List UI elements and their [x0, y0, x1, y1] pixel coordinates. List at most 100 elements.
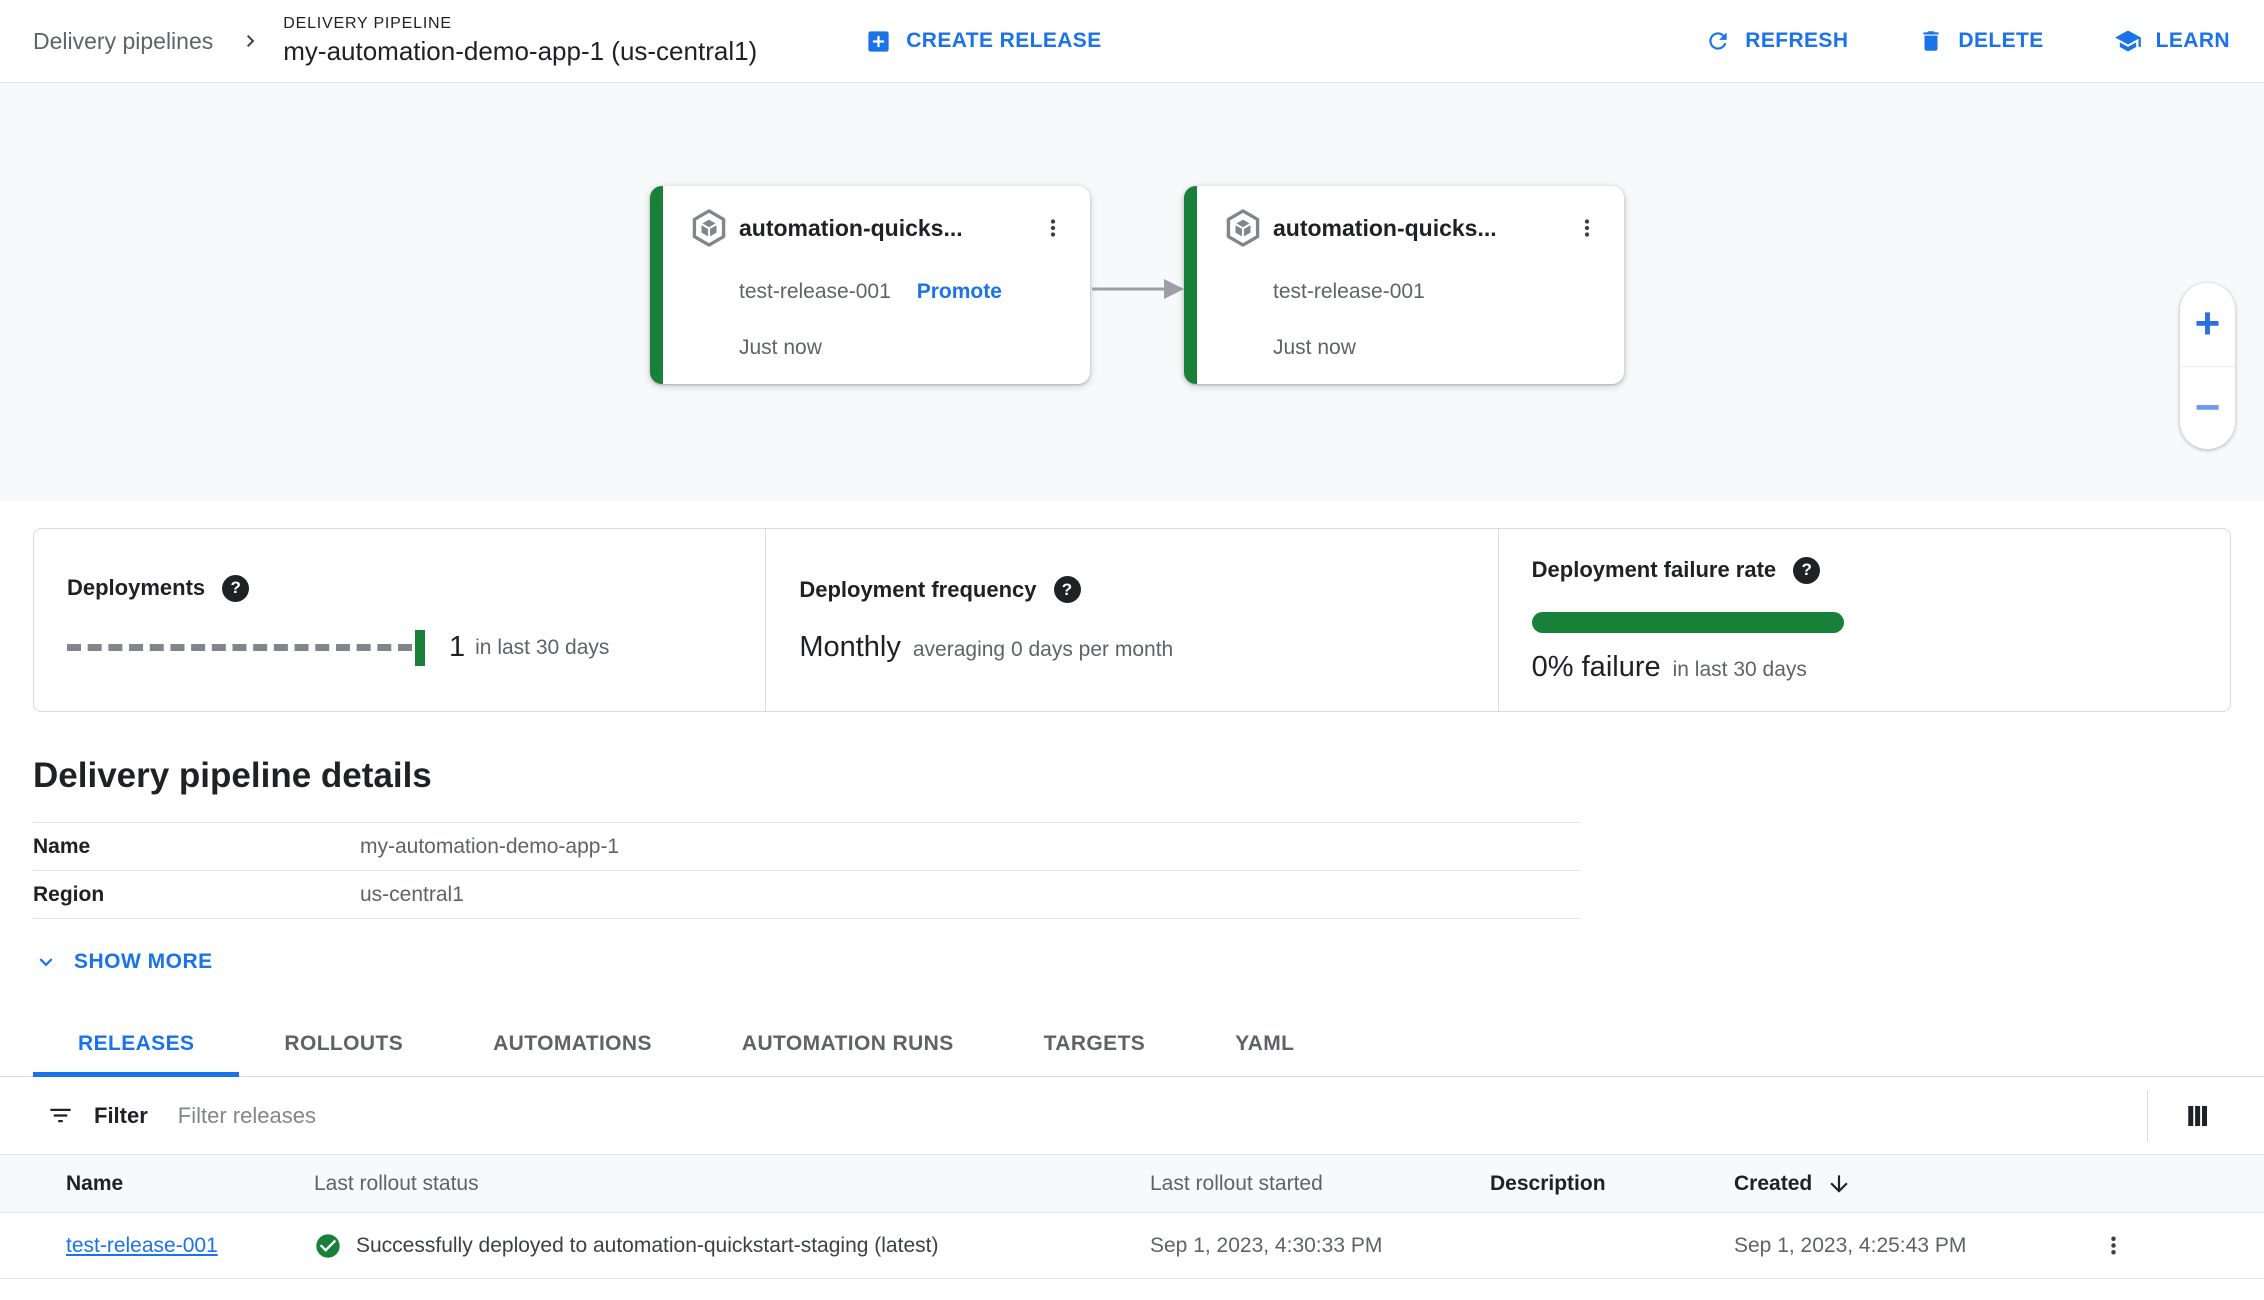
school-icon — [2114, 27, 2142, 55]
section-heading: Delivery pipeline details — [33, 756, 432, 795]
refresh-button[interactable]: REFRESH — [1705, 28, 1848, 54]
tab-releases[interactable]: RELEASES — [33, 1011, 240, 1077]
metric-label: Deployment frequency — [799, 576, 1037, 602]
show-more-label: SHOW MORE — [74, 950, 213, 973]
metrics-panel: Deployments 1 in last 30 days Deployment… — [33, 528, 2231, 712]
release-table-row: test-release-001 Successfully deployed t… — [0, 1213, 2264, 1279]
page-overline: DELIVERY PIPELINE — [283, 14, 452, 32]
filter-list-icon — [47, 1102, 74, 1129]
detail-value: my-automation-demo-app-1 — [360, 834, 620, 858]
metric-suffix: in last 30 days — [1672, 657, 1807, 681]
promote-link[interactable]: Promote — [917, 280, 1002, 304]
create-release-button[interactable]: CREATE RELEASE — [865, 28, 1101, 55]
releases-table-header: Name Last rollout status Last rollout st… — [0, 1155, 2264, 1213]
release-name-cell: test-release-001 — [0, 1234, 314, 1258]
detail-label: Region — [33, 882, 105, 906]
chevron-down-icon — [33, 949, 59, 975]
column-header-created[interactable]: Created — [1734, 1171, 2100, 1197]
target-hexagon-icon — [1223, 208, 1263, 248]
column-header-name[interactable]: Name — [0, 1172, 314, 1196]
created-cell: Sep 1, 2023, 4:25:43 PM — [1734, 1233, 1967, 1257]
top-bar-actions: REFRESH DELETE LEARN — [1705, 27, 2230, 55]
target-time-row: Just now — [689, 336, 1066, 360]
target-release-row: test-release-001 — [1223, 280, 1600, 304]
kebab-menu-icon[interactable] — [1040, 215, 1066, 241]
metric-suffix: averaging 0 days per month — [912, 638, 1174, 661]
refresh-label: REFRESH — [1745, 29, 1849, 52]
last-rollout-status-cell: Successfully deployed to automation-quic… — [314, 1232, 1150, 1260]
rollout-status-text: Successfully deployed to automation-quic… — [356, 1233, 939, 1257]
learn-button[interactable]: LEARN — [2114, 27, 2230, 55]
show-more-button[interactable]: SHOW MORE — [33, 949, 213, 975]
details-row-name: Name my-automation-demo-app-1 — [33, 822, 1581, 870]
column-header-last-rollout-started[interactable]: Last rollout started — [1150, 1172, 1490, 1196]
chevron-right-icon — [239, 29, 263, 53]
target-card-prod[interactable]: automation-quicks... test-release-001 Ju… — [1184, 186, 1624, 384]
metric-value: 1 — [449, 631, 466, 663]
help-circle-icon[interactable] — [2083, 1101, 2113, 1131]
metric-label: Deployments — [67, 575, 206, 600]
arrow-down-icon — [1826, 1171, 1852, 1197]
filter-releases-input[interactable] — [175, 1101, 2083, 1130]
target-name: automation-quicks... — [739, 214, 963, 241]
filter-bar: Filter — [0, 1077, 2264, 1155]
column-header-last-rollout-status[interactable]: Last rollout status — [314, 1172, 1150, 1196]
release-name: test-release-001 — [739, 280, 891, 303]
divider — [2147, 1089, 2148, 1142]
detail-label: Name — [33, 834, 91, 858]
kebab-menu-icon[interactable] — [2100, 1232, 2264, 1259]
tab-automations[interactable]: AUTOMATIONS — [448, 1011, 697, 1076]
deployments-sparkline: 1 in last 30 days — [67, 629, 732, 666]
metric-label: Deployment failure rate — [1531, 557, 1777, 582]
zoom-out-button[interactable]: − — [2180, 366, 2235, 449]
zoom-in-button[interactable]: + — [2180, 283, 2235, 367]
tab-rollouts[interactable]: ROLLOUTS — [239, 1011, 448, 1076]
metric-value: Monthly — [799, 631, 901, 663]
metric-deployments: Deployments 1 in last 30 days — [34, 529, 765, 711]
metric-value: 0% failure — [1531, 650, 1661, 683]
trash-icon — [1918, 28, 1944, 54]
delete-button[interactable]: DELETE — [1918, 28, 2043, 54]
learn-label: LEARN — [2155, 29, 2230, 52]
create-release-label: CREATE RELEASE — [906, 29, 1102, 52]
kebab-menu-icon[interactable] — [1574, 215, 1600, 241]
canvas-zoom-control: + − — [2180, 283, 2235, 449]
check-circle-icon — [314, 1232, 342, 1260]
delete-label: DELETE — [1958, 29, 2044, 52]
details-table: Name my-automation-demo-app-1 Region us-… — [33, 822, 1581, 919]
tab-targets[interactable]: TARGETS — [999, 1011, 1191, 1076]
add-box-icon — [865, 28, 892, 55]
failure-rate-bar — [1531, 611, 1844, 633]
page-title: my-automation-demo-app-1 (us-central1) — [283, 36, 758, 67]
help-circle-icon[interactable] — [1053, 576, 1081, 603]
target-card-header: automation-quicks... — [1223, 208, 1600, 248]
sparkline-dashed-baseline — [67, 644, 412, 651]
refresh-icon — [1705, 28, 1731, 54]
help-circle-icon[interactable] — [1793, 556, 1821, 584]
metric-frequency: Deployment frequency Monthly averaging 0… — [765, 529, 1497, 711]
tab-yaml[interactable]: YAML — [1190, 1011, 1339, 1076]
details-row-region: Region us-central1 — [33, 870, 1581, 918]
help-circle-icon[interactable] — [222, 574, 250, 602]
target-time-row: Just now — [1223, 336, 1600, 360]
delivery-pipeline-page: Delivery pipelines DELIVERY PIPELINE my-… — [0, 0, 2264, 1300]
target-release-row: test-release-001 Promote — [689, 280, 1066, 304]
deploy-time: Just now — [1273, 336, 1356, 359]
filter-label: Filter — [94, 1102, 148, 1128]
pipeline-details-section: Delivery pipeline details Name my-automa… — [33, 756, 2231, 975]
release-link[interactable]: test-release-001 — [66, 1234, 218, 1257]
target-card-staging[interactable]: automation-quicks... test-release-001 Pr… — [650, 186, 1090, 384]
target-name: automation-quicks... — [1273, 214, 1497, 241]
deploy-time: Just now — [739, 336, 822, 359]
page-title-block: DELIVERY PIPELINE my-automation-demo-app… — [283, 15, 757, 67]
metric-suffix: in last 30 days — [475, 635, 610, 659]
column-header-description[interactable]: Description — [1490, 1172, 1734, 1196]
pipeline-arrow — [1092, 279, 1184, 299]
column-bars-icon[interactable] — [2182, 1101, 2212, 1131]
detail-value: us-central1 — [360, 882, 464, 906]
tab-automation-runs[interactable]: AUTOMATION RUNS — [697, 1011, 999, 1076]
release-name: test-release-001 — [1273, 280, 1425, 303]
sparkline-deployment-bar — [415, 629, 425, 666]
breadcrumb-delivery-pipelines[interactable]: Delivery pipelines — [33, 28, 213, 55]
metric-failure-rate: Deployment failure rate 0% failure in la… — [1497, 529, 2230, 711]
